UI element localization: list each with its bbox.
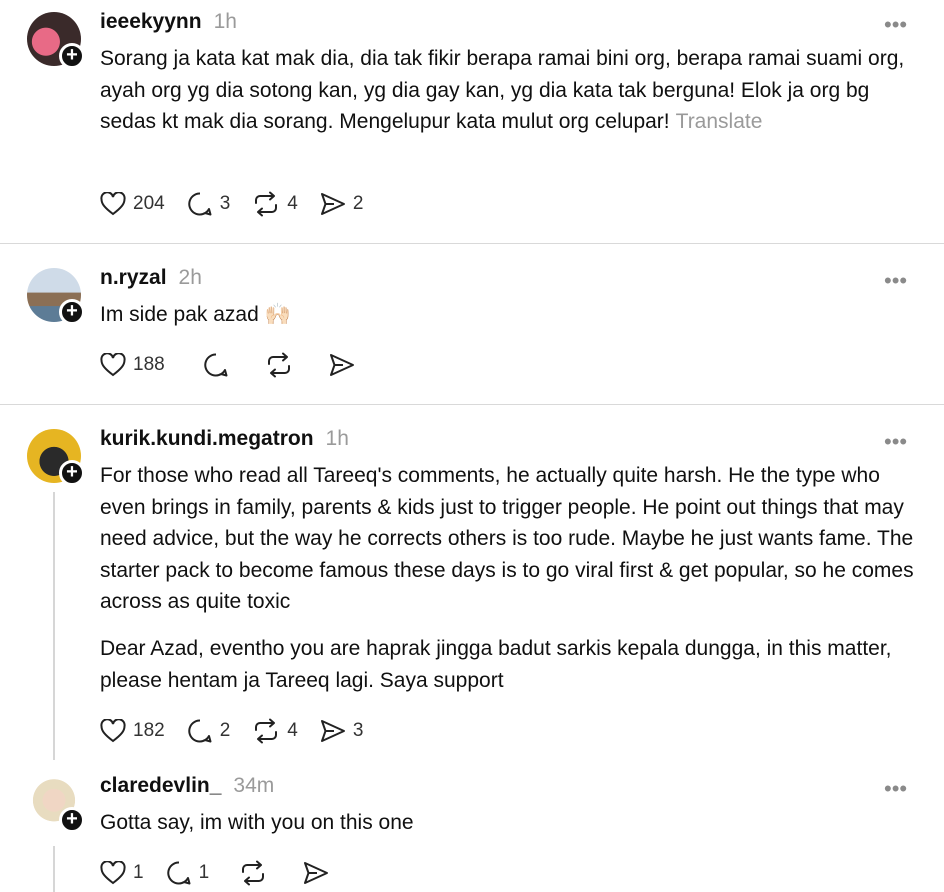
username[interactable]: kurik.kundi.megatron 1h <box>100 427 349 451</box>
follow-plus-icon[interactable]: + <box>59 43 85 69</box>
like-button[interactable]: 188 <box>100 353 165 377</box>
avatar[interactable]: + <box>27 776 85 833</box>
post-time: 34m <box>233 774 275 797</box>
repost-button[interactable] <box>239 860 267 886</box>
post-time: 1h <box>325 427 349 450</box>
follow-plus-icon[interactable]: + <box>59 299 85 325</box>
like-button[interactable]: 182 <box>100 719 165 743</box>
reply-count: 2 <box>219 720 231 741</box>
more-icon[interactable]: ••• <box>884 778 907 800</box>
post-text: Gotta say, im with you on this one <box>100 811 414 834</box>
like-button[interactable]: 204 <box>100 192 165 216</box>
send-icon <box>320 193 345 215</box>
username[interactable]: ieeekyynn 1h <box>100 10 237 34</box>
reply-count: 1 <box>198 862 210 883</box>
translate-link[interactable]: Translate <box>676 110 763 133</box>
comment-icon <box>166 861 191 885</box>
post-text: Im side pak azad 🙌🏻 <box>100 303 291 326</box>
share-button[interactable]: 3 <box>320 719 364 743</box>
reply-button[interactable]: 1 <box>166 860 210 886</box>
share-button[interactable] <box>303 861 329 885</box>
repost-icon <box>242 860 265 886</box>
reply-button[interactable]: 3 <box>187 191 231 217</box>
share-count: 3 <box>352 720 364 741</box>
action-bar: 188 <box>100 348 377 382</box>
like-count: 1 <box>133 862 144 883</box>
repost-count: 4 <box>287 193 298 214</box>
post-time: 1h <box>213 10 237 33</box>
share-count: 2 <box>352 193 364 214</box>
repost-icon <box>255 191 278 217</box>
post-text: Sorang ja kata kat mak dia, dia tak fiki… <box>100 47 905 133</box>
thread-line <box>53 492 55 760</box>
avatar[interactable]: + <box>27 12 85 69</box>
send-icon <box>320 720 345 742</box>
comment-icon <box>188 192 212 216</box>
action-bar: 1 1 <box>100 856 351 890</box>
avatar[interactable]: + <box>27 429 85 486</box>
follow-plus-icon[interactable]: + <box>59 807 85 833</box>
share-button[interactable] <box>329 353 355 377</box>
avatar[interactable]: + <box>27 268 85 325</box>
more-icon[interactable]: ••• <box>884 14 907 36</box>
username[interactable]: claredevlin_ 34m <box>100 774 274 798</box>
thread-line <box>53 846 55 892</box>
reply-button[interactable]: 2 <box>187 718 231 744</box>
comment-icon <box>188 719 212 743</box>
send-icon <box>329 354 354 376</box>
more-icon[interactable]: ••• <box>884 270 907 292</box>
reply-button[interactable] <box>203 352 229 378</box>
like-count: 182 <box>133 720 165 741</box>
heart-icon <box>100 192 126 216</box>
like-count: 188 <box>133 354 165 375</box>
reply-count: 3 <box>219 193 231 214</box>
heart-icon <box>100 353 126 377</box>
divider <box>0 243 944 244</box>
heart-icon <box>100 719 126 743</box>
repost-button[interactable]: 4 <box>252 718 298 744</box>
like-button[interactable]: 1 <box>100 861 144 885</box>
repost-button[interactable] <box>265 352 293 378</box>
divider <box>0 404 944 405</box>
raised-hands-emoji: 🙌🏻 <box>264 303 291 326</box>
heart-icon <box>100 861 126 885</box>
repost-button[interactable]: 4 <box>252 191 298 217</box>
action-bar: 204 3 4 2 <box>100 187 385 221</box>
repost-icon <box>255 718 278 744</box>
more-icon[interactable]: ••• <box>884 431 907 453</box>
username[interactable]: n.ryzal 2h <box>100 266 202 290</box>
send-icon <box>304 862 329 884</box>
post-text-paragraph-2: Dear Azad, eventho you are haprak jingga… <box>100 637 892 692</box>
follow-plus-icon[interactable]: + <box>59 460 85 486</box>
repost-icon <box>267 352 290 378</box>
comment-icon <box>204 353 228 377</box>
like-count: 204 <box>133 193 165 214</box>
share-button[interactable]: 2 <box>320 192 364 216</box>
action-bar: 182 2 4 3 <box>100 714 385 748</box>
post-time: 2h <box>178 266 202 289</box>
repost-count: 4 <box>287 720 298 741</box>
post-text: For those who read all Tareeq's comments… <box>100 464 914 613</box>
